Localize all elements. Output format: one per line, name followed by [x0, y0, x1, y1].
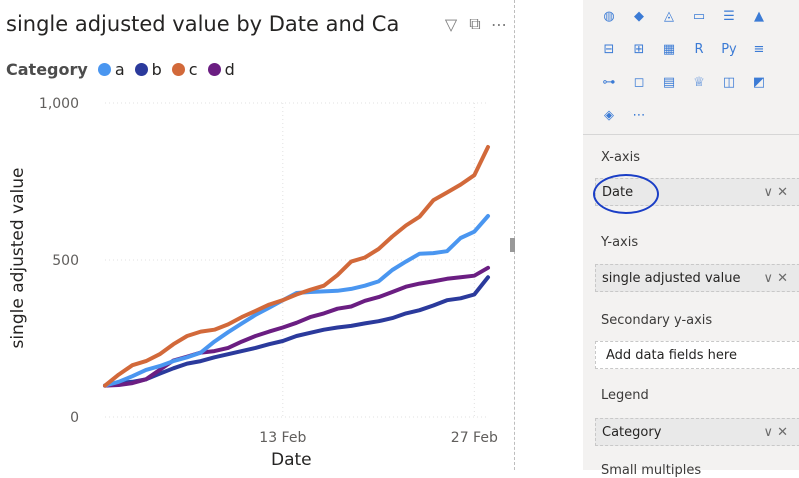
annotation-circle — [593, 174, 659, 214]
visual-title: single adjusted value by Date and Ca — [6, 12, 400, 36]
secondary-y-axis-well[interactable]: Add data fields here — [595, 341, 799, 369]
decomposition-tree-icon[interactable]: ⊶ — [598, 72, 620, 94]
legend-label-d: d — [224, 60, 235, 79]
legend-title: Category — [6, 60, 88, 79]
map-icon[interactable]: ◍ — [598, 6, 620, 28]
add-data-fields-placeholder: Add data fields here — [606, 347, 737, 363]
qna-icon[interactable]: ◻ — [628, 72, 650, 94]
visual-header: ▽ ⧉ ⋯ — [438, 14, 508, 34]
kpi-icon[interactable]: ▲ — [748, 6, 770, 28]
y-axis-well[interactable]: single adjusted value ∨ ✕ — [595, 264, 799, 292]
y-tick-label: 1,000 — [39, 96, 79, 112]
slicer-icon[interactable]: ⊟ — [598, 39, 620, 61]
line-chart-visual[interactable]: single adjusted value by Date and Ca ▽ ⧉… — [0, 0, 515, 470]
gallery-row: ◍ ◆ ◬ ▭ ☰ ▲ — [598, 0, 770, 33]
x-axis-title: Date — [271, 450, 312, 470]
chart-legend: Category a b c d — [6, 60, 239, 79]
legend-dot-c — [171, 63, 185, 76]
legend-well[interactable]: Category ∨ ✕ — [595, 418, 799, 446]
secondary-y-axis-label: Secondary y-axis — [601, 313, 713, 328]
multi-row-card-icon[interactable]: ☰ — [718, 6, 740, 28]
series-line-d — [103, 265, 490, 388]
legend-label-a: a — [114, 60, 125, 79]
resize-handle[interactable] — [510, 238, 515, 252]
y-axis-well-label: Y-axis — [601, 235, 639, 250]
power-automate-icon[interactable]: ◈ — [598, 105, 620, 127]
field-controls-icon[interactable]: ∨ ✕ — [763, 425, 788, 440]
series-line-c — [103, 145, 490, 388]
field-controls-icon[interactable]: ∨ ✕ — [763, 271, 788, 286]
python-visual-icon[interactable]: Py — [718, 39, 740, 61]
field-controls-icon[interactable]: ∨ ✕ — [763, 185, 788, 200]
legend-label-b: b — [151, 60, 162, 79]
legend-item-a[interactable]: a — [97, 60, 125, 79]
gallery-row: ◈ ⋯ — [598, 99, 770, 132]
y-tick-label: 0 — [70, 410, 79, 426]
y-axis-title: single adjusted value — [8, 167, 28, 349]
matrix-icon[interactable]: ▦ — [658, 39, 680, 61]
more-visuals-icon[interactable]: ⋯ — [628, 105, 650, 127]
paginated-report-icon[interactable]: ◫ — [718, 72, 740, 94]
focus-mode-icon[interactable]: ⧉ — [466, 14, 484, 34]
visual-gallery: ◍ ◆ ◬ ▭ ☰ ▲ ⊟ ⊞ ▦ R Py ≡ ⊶ ◻ ▤ ♕ ◫ ◩ ◈ ⋯ — [598, 0, 770, 132]
legend-well-label: Legend — [601, 388, 649, 403]
legend-item-c[interactable]: c — [171, 60, 198, 79]
legend-field[interactable]: Category — [602, 425, 661, 440]
gallery-row: ⊶ ◻ ▤ ♕ ◫ ◩ — [598, 66, 770, 99]
legend-item-b[interactable]: b — [134, 60, 162, 79]
y-tick-label: 500 — [52, 253, 79, 269]
gallery-row: ⊟ ⊞ ▦ R Py ≡ — [598, 33, 770, 66]
r-visual-icon[interactable]: R — [688, 39, 710, 61]
more-options-icon[interactable]: ⋯ — [490, 14, 508, 34]
table-icon[interactable]: ⊞ — [628, 39, 650, 61]
card-icon[interactable]: ▭ — [688, 6, 710, 28]
visualizations-pane: ◍ ◆ ◬ ▭ ☰ ▲ ⊟ ⊞ ▦ R Py ≡ ⊶ ◻ ▤ ♕ ◫ ◩ ◈ ⋯ X-axis Date ∨ ✕ Y-… — [583, 0, 799, 478]
x-axis-well-label: X-axis — [601, 150, 640, 165]
filled-map-icon[interactable]: ◆ — [628, 6, 650, 28]
shape-map-icon[interactable]: ◬ — [658, 6, 680, 28]
series-line-a — [103, 214, 490, 388]
legend-label-c: c — [188, 60, 198, 79]
pane-divider — [583, 134, 799, 135]
legend-dot-a — [97, 63, 111, 76]
trophy-icon[interactable]: ♕ — [688, 72, 710, 94]
legend-item-d[interactable]: d — [207, 60, 235, 79]
smart-narrative-icon[interactable]: ▤ — [658, 72, 680, 94]
small-multiples-label: Small multiples — [601, 463, 702, 478]
filter-icon[interactable]: ▽ — [442, 14, 460, 34]
line-chart-plot[interactable]: 0 500 1,000 13 Feb 27 Feb — [0, 90, 510, 450]
legend-dot-b — [134, 63, 148, 76]
y-axis-field[interactable]: single adjusted value — [602, 271, 740, 286]
x-tick-label: 13 Feb — [259, 430, 306, 446]
power-apps-icon[interactable]: ◩ — [748, 72, 770, 94]
x-tick-label: 27 Feb — [451, 430, 498, 446]
key-influencers-icon[interactable]: ≡ — [748, 39, 770, 61]
legend-dot-d — [207, 63, 221, 76]
